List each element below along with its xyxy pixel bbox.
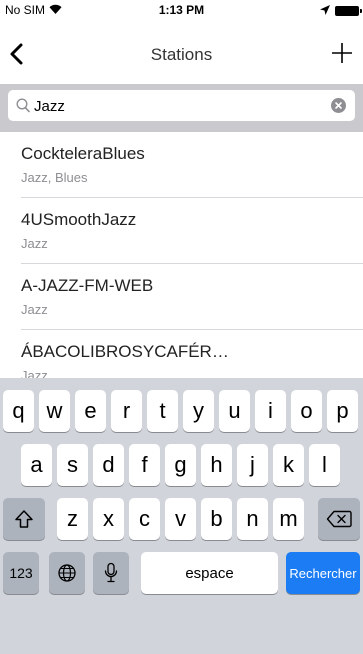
globe-key[interactable] bbox=[49, 552, 85, 594]
key-k[interactable]: k bbox=[273, 444, 304, 486]
key-f[interactable]: f bbox=[129, 444, 160, 486]
search-field[interactable] bbox=[8, 90, 355, 121]
key-y[interactable]: y bbox=[183, 390, 214, 432]
station-row[interactable]: A-JAZZ-FM-WEB Jazz bbox=[0, 264, 363, 330]
key-e[interactable]: e bbox=[75, 390, 106, 432]
key-t[interactable]: t bbox=[147, 390, 178, 432]
status-time: 1:13 PM bbox=[158, 3, 205, 17]
station-results-list: CockteleraBlues Jazz, Blues 4USmoothJazz… bbox=[0, 132, 363, 396]
key-z[interactable]: z bbox=[57, 498, 88, 540]
page-title: Stations bbox=[150, 45, 213, 64]
numbers-key[interactable]: 123 bbox=[3, 552, 39, 594]
key-u[interactable]: u bbox=[219, 390, 250, 432]
station-genre: Jazz, Blues bbox=[21, 170, 88, 185]
key-r[interactable]: r bbox=[111, 390, 142, 432]
station-genre: Jazz bbox=[21, 236, 48, 251]
search-input[interactable] bbox=[34, 95, 324, 117]
add-station-button[interactable] bbox=[329, 39, 355, 67]
key-d[interactable]: d bbox=[93, 444, 124, 486]
status-right bbox=[320, 4, 362, 18]
key-w[interactable]: w bbox=[39, 390, 70, 432]
station-name: CockteleraBlues bbox=[21, 144, 145, 163]
globe-icon bbox=[58, 564, 76, 582]
station-genre: Jazz bbox=[21, 302, 48, 317]
navigation-bar: Stations bbox=[0, 20, 363, 84]
dictation-key[interactable] bbox=[93, 552, 129, 594]
search-icon bbox=[16, 98, 30, 113]
station-name: 4USmoothJazz bbox=[21, 210, 137, 229]
key-v[interactable]: v bbox=[165, 498, 196, 540]
station-row[interactable]: 4USmoothJazz Jazz bbox=[0, 198, 363, 264]
key-h[interactable]: h bbox=[201, 444, 232, 486]
station-name: A-JAZZ-FM-WEB bbox=[21, 276, 154, 295]
station-name: ÁBACOLIBROSYCAFÉR… bbox=[21, 342, 229, 361]
key-n[interactable]: n bbox=[237, 498, 268, 540]
space-key[interactable]: espace bbox=[141, 552, 278, 594]
key-o[interactable]: o bbox=[291, 390, 322, 432]
key-p[interactable]: p bbox=[327, 390, 358, 432]
microphone-icon bbox=[104, 562, 118, 583]
key-l[interactable]: l bbox=[309, 444, 340, 486]
shift-icon bbox=[15, 510, 33, 528]
shift-key[interactable] bbox=[3, 498, 45, 540]
search-bar bbox=[0, 84, 363, 132]
key-i[interactable]: i bbox=[255, 390, 286, 432]
backspace-icon bbox=[326, 510, 352, 528]
key-c[interactable]: c bbox=[129, 498, 160, 540]
key-a[interactable]: a bbox=[21, 444, 52, 486]
status-bar: No SIM 1:13 PM bbox=[0, 0, 363, 20]
battery-icon bbox=[335, 6, 362, 16]
key-g[interactable]: g bbox=[165, 444, 196, 486]
key-j[interactable]: j bbox=[237, 444, 268, 486]
key-q[interactable]: q bbox=[3, 390, 34, 432]
keyboard: q w e r t y u i o p a s d f g h j k l z … bbox=[0, 378, 363, 654]
plus-icon bbox=[332, 43, 352, 63]
backspace-key[interactable] bbox=[318, 498, 360, 540]
location-arrow-icon bbox=[320, 4, 330, 18]
key-x[interactable]: x bbox=[93, 498, 124, 540]
clear-search-icon[interactable] bbox=[331, 98, 346, 113]
key-s[interactable]: s bbox=[57, 444, 88, 486]
key-b[interactable]: b bbox=[201, 498, 232, 540]
search-submit-key[interactable]: Rechercher bbox=[286, 552, 360, 594]
key-m[interactable]: m bbox=[273, 498, 304, 540]
station-row[interactable]: CockteleraBlues Jazz, Blues bbox=[0, 132, 363, 198]
